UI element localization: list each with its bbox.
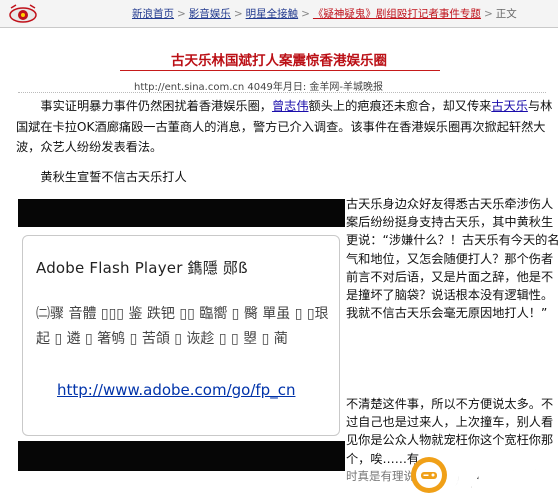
article-page: 新浪首页 > 影音娱乐 > 明星全接触 > 《疑神疑鬼》剧组殴打记者事件专题 > 正文 古天乐林… [0,0,558,500]
breadcrumb-item-4[interactable]: 《疑神疑鬼》剧组殴打记者事件专题 [313,8,481,20]
sina-eye-logo-icon[interactable] [8,4,38,24]
breadcrumb-item-3[interactable]: 明星全接触 [246,8,299,20]
flash-plugin-notice[interactable]: Adobe Flash Player 鐫隱 郧ß ㈡骤 音體 ▯▯▯ 鉴 跌钯 … [22,235,340,436]
video-black-bar-bottom [18,441,345,471]
flash-download-link[interactable]: http://www.adobe.com/go/fp_cn [57,381,295,399]
breadcrumb-item-1[interactable]: 新浪首页 [132,8,174,20]
video-black-bar-top [18,199,345,227]
flash-garbled-text: ㈡骤 音體 ▯▯▯ 鉴 跌钯 ▯▯ 臨嚮 ▯ 臋 單虽 ▯ ▯珢起 ▯ 遴 ▯ … [36,306,329,347]
article-subheading: 黄秋生宣誓不信古天乐打人 [40,170,187,184]
meta-divider [18,92,546,93]
person-link-gu[interactable]: 古天乐 [491,99,528,113]
breadcrumb-bar: 新浪首页 > 影音娱乐 > 明星全接触 > 《疑神疑鬼》剧组殴打记者事件专题 > 正文 [0,0,558,28]
side-story-text: 古天乐身边众好友得悉古天乐牵涉伤人案后纷纷挺身支持古天乐，其中黄秋生更说：“涉嫌… [346,197,558,321]
breadcrumb-separator: > [483,8,493,20]
breadcrumb: 新浪首页 > 影音娱乐 > 明星全接触 > 《疑神疑鬼》剧组殴打记者事件专题 > 正文 [132,7,517,21]
breadcrumb-separator: > [233,8,243,20]
breadcrumb-separator: > [301,8,310,20]
flash-player-title: Adobe Flash Player 鐫隱 郧ß [36,259,248,277]
article-paragraph-1: 事实证明暴力事件仍然困扰着香港娱乐圈，曾志伟额头上的疤痕还未愈合，却又传来古天乐… [16,96,556,158]
gamepad-logo-icon [411,457,447,493]
watermark-text: 元码手游网 [450,465,558,494]
breadcrumb-separator: > [177,8,186,20]
article-meta: http://ent.sina.com.cn 4049年月日: 金羊网-羊城晚报 [134,82,384,93]
article-title: 古天乐林国斌打人案震惊香港娱乐圈 [171,53,387,69]
breadcrumb-item-5: 正文 [495,8,517,20]
breadcrumb-item-2[interactable]: 影音娱乐 [189,8,231,20]
title-divider [120,70,440,71]
para1-text-a: 事实证明暴力事件仍然困扰着香港娱乐圈， [40,99,272,113]
para1-text-b: 额头上的疤痕还未愈合，却又传来 [308,99,492,113]
site-watermark: 元码手游网 [404,452,558,498]
person-link-zeng[interactable]: 曾志伟 [272,99,309,113]
